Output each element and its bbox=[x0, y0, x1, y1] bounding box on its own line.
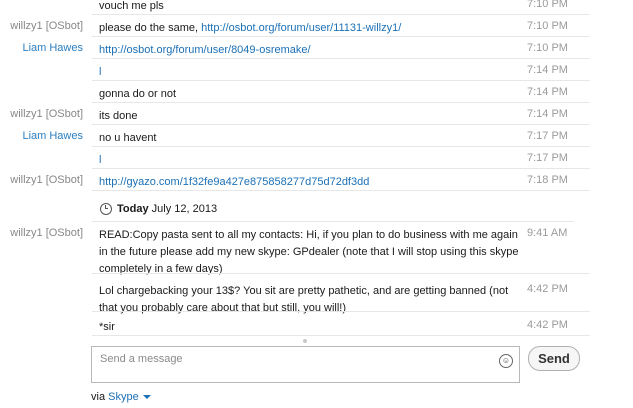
message-body: no u havent bbox=[99, 132, 157, 144]
message-timestamp: 7:18 PM bbox=[527, 174, 568, 186]
message-sender: willzy1 [OSbot] bbox=[10, 227, 83, 239]
message-text: please do the same, http://osbot.org/for… bbox=[99, 20, 519, 37]
message-body: please do the same, bbox=[99, 22, 202, 34]
message-timestamp: 4:42 PM bbox=[527, 319, 568, 331]
row-divider bbox=[92, 335, 590, 336]
message-link[interactable]: http://osbot.org/forum/user/11131-willzy… bbox=[201, 22, 401, 34]
message-input-placeholder: Send a message bbox=[100, 353, 183, 365]
message-input[interactable]: Send a message ☺ bbox=[91, 346, 520, 383]
message-row: gonna do or not 7:14 PM bbox=[0, 81, 590, 103]
message-row: l 7:14 PM bbox=[0, 59, 590, 81]
message-row: willzy1 [OSbot] http://gyazo.com/1f32fe9a… bbox=[0, 169, 590, 191]
message-text: http://gyazo.com/1f32fe9a427e875858277d7… bbox=[99, 174, 519, 191]
message-link[interactable]: http://gyazo.com/1f32fe9a427e875858277d7… bbox=[99, 176, 369, 188]
message-row: *sir 4:42 PM bbox=[0, 314, 590, 336]
message-text: no u havent bbox=[99, 130, 519, 147]
message-timestamp: 7:10 PM bbox=[527, 0, 568, 10]
message-timestamp: 7:10 PM bbox=[527, 20, 568, 32]
resize-grip[interactable] bbox=[303, 339, 307, 343]
message-timestamp: 7:17 PM bbox=[527, 130, 568, 142]
message-link[interactable]: http://osbot.org/forum/user/8049-osremak… bbox=[99, 44, 311, 56]
message-row: willzy1 [OSbot] please do the same, http:… bbox=[0, 15, 590, 37]
chevron-down-icon[interactable] bbox=[142, 395, 151, 400]
day-separator-label: Today July 12, 2013 bbox=[117, 203, 218, 215]
message-timestamp: 7:14 PM bbox=[527, 86, 568, 98]
message-body: *sir bbox=[99, 321, 115, 333]
message-row: Lol chargebacking your 13$? You sit are … bbox=[0, 278, 590, 314]
message-sender: Liam Hawes bbox=[22, 130, 83, 142]
message-body: Lol chargebacking your 13$? You sit are … bbox=[99, 285, 509, 314]
message-timestamp: 4:42 PM bbox=[527, 283, 568, 295]
message-body: vouch me pls bbox=[99, 0, 164, 12]
message-text: http://osbot.org/forum/user/8049-osremak… bbox=[99, 42, 519, 59]
message-timestamp: 7:10 PM bbox=[527, 42, 568, 54]
message-row: willzy1 [OSbot] its done 7:14 PM bbox=[0, 103, 590, 125]
message-sender: Liam Hawes bbox=[22, 42, 83, 54]
message-text: l bbox=[99, 152, 519, 169]
message-timestamp: 7:14 PM bbox=[527, 64, 568, 76]
message-sender: willzy1 [OSbot] bbox=[10, 174, 83, 186]
message-text: gonna do or not bbox=[99, 86, 519, 103]
message-link[interactable]: l bbox=[99, 154, 101, 166]
via-label: via bbox=[91, 391, 106, 403]
via-skype: via Skype bbox=[91, 391, 151, 403]
message-row: vouch me pls 7:10 PM bbox=[0, 0, 590, 15]
message-timestamp: 7:17 PM bbox=[527, 152, 568, 164]
message-sender: willzy1 [OSbot] bbox=[10, 108, 83, 120]
message-sender: willzy1 [OSbot] bbox=[10, 20, 83, 32]
message-timestamp: 7:14 PM bbox=[527, 108, 568, 120]
conversation-history: vouch me pls 7:10 PM willzy1 [OSbot] please… bbox=[0, 0, 633, 340]
row-divider bbox=[92, 311, 590, 312]
smiley-icon[interactable]: ☺ bbox=[499, 354, 513, 368]
message-text: READ:Copy pasta sent to all my contacts:… bbox=[99, 227, 519, 278]
row-divider bbox=[92, 190, 590, 191]
message-timestamp: 9:41 AM bbox=[527, 227, 568, 239]
day-separator: Today July 12, 2013 bbox=[92, 199, 574, 222]
message-row: l 7:17 PM bbox=[0, 147, 590, 169]
message-row: willzy1 [OSbot] READ:Copy pasta sent to a… bbox=[0, 222, 590, 275]
skype-dropdown[interactable]: Skype bbox=[108, 391, 139, 403]
send-button[interactable]: Send bbox=[528, 346, 580, 371]
message-row: Liam Hawes no u havent 7:17 PM bbox=[0, 125, 590, 147]
clock-icon bbox=[100, 203, 112, 215]
message-text: *sir bbox=[99, 319, 519, 336]
message-text: vouch me pls bbox=[99, 0, 519, 15]
message-text: l bbox=[99, 64, 519, 81]
message-row: Liam Hawes http://osbot.org/forum/user/80… bbox=[0, 37, 590, 59]
row-divider bbox=[92, 273, 590, 274]
message-body: READ:Copy pasta sent to all my contacts:… bbox=[99, 229, 519, 275]
message-link[interactable]: l bbox=[99, 66, 101, 78]
message-body: gonna do or not bbox=[99, 88, 177, 100]
message-text: its done bbox=[99, 108, 519, 125]
message-body: its done bbox=[99, 110, 138, 122]
